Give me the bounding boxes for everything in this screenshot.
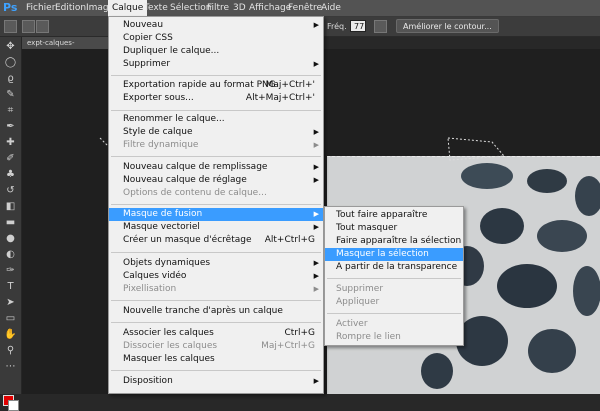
submenu-item-tout-faire-apparaitre[interactable]: Tout faire apparaître [325,209,463,222]
submenu-arrow-icon: ▶ [313,285,319,293]
submenu-arrow-icon: ▶ [313,176,319,184]
menu-separator [111,110,321,111]
menu-separator [111,204,321,205]
eraser-tool-icon[interactable]: ◧ [3,200,18,214]
submenu-arrow-icon: ▶ [313,163,319,171]
hand-tool-icon[interactable]: ✋ [3,328,18,342]
selection-marquee [447,137,506,161]
menu-separator [111,300,321,301]
menu-item-options-contenu: Options de contenu de calque... [123,188,267,198]
menu-bar: Ps Fichier Edition Image Calque Texte Sé… [0,0,600,17]
submenu-item-supprimer: Supprimer [336,284,384,294]
lasso-tool-icon[interactable]: ϱ [3,72,18,86]
submenu-arrow-icon: ▶ [313,210,319,218]
freq-field[interactable]: 77 [350,20,366,32]
menu-separator [111,252,321,253]
submenu-arrow-icon: ▶ [313,223,319,231]
menu-item-masquer-calques[interactable]: Masquer les calques [109,353,323,366]
menu-item-copier-css[interactable]: Copier CSS [109,32,323,45]
refine-edge-button[interactable]: Améliorer le contour... [396,19,499,33]
menu-item-associer[interactable]: Associer les calques Ctrl+G [109,327,323,340]
quick-select-tool-icon[interactable]: ✎ [3,88,18,102]
move-tool-icon[interactable]: ✥ [3,40,18,54]
menu-item-renommer[interactable]: Renommer le calque... [109,113,323,126]
background-color-swatch[interactable] [8,400,19,411]
submenu-arrow-icon: ▶ [313,377,319,385]
pen-tool-icon[interactable]: ✑ [3,264,18,278]
tools-panel: ✥ ◯ ϱ ✎ ⌗ ✒ ✚ ✐ ♣ ↺ ◧ ▬ ● ◐ ✑ T ➤ ▭ ✋ ⚲ … [0,37,22,411]
menu-item-masque-fusion[interactable]: Masque de fusion ▶ [109,208,323,221]
history-brush-icon[interactable]: ↺ [3,184,18,198]
more-tools-icon[interactable]: ⋯ [3,360,18,374]
menu-item-nouvelle-tranche[interactable]: Nouvelle tranche d'après un calque [109,305,323,318]
menu-item-dupliquer[interactable]: Dupliquer le calque... [109,45,323,58]
crop-tool-icon[interactable]: ⌗ [3,104,18,118]
menu-item-masque-vectoriel[interactable]: Masque vectoriel ▶ [109,221,323,234]
type-tool-icon[interactable]: T [3,280,18,294]
submenu-item-appliquer: Appliquer [336,297,380,307]
submenu-separator [327,278,461,279]
new-selection-icon[interactable] [22,20,35,33]
menu-item-calque-remplissage[interactable]: Nouveau calque de remplissage ▶ [109,161,323,174]
menu-item-calques-video[interactable]: Calques vidéo ▶ [109,270,323,283]
submenu-item-faire-apparaitre-selection[interactable]: Faire apparaître la sélection [325,235,463,248]
submenu-item-tout-masquer[interactable]: Tout masquer [325,222,463,235]
masque-fusion-submenu: Tout faire apparaître Tout masquer Faire… [324,206,464,346]
path-select-icon[interactable]: ➤ [3,296,18,310]
shape-tool-icon[interactable]: ▭ [3,312,18,326]
submenu-arrow-icon: ▶ [313,128,319,136]
menu-item-disposition[interactable]: Disposition ▶ [109,375,323,388]
dodge-tool-icon[interactable]: ◐ [3,248,18,262]
blur-tool-icon[interactable]: ● [3,232,18,246]
submenu-arrow-icon: ▶ [313,272,319,280]
lasso-preset-icon[interactable] [4,20,17,33]
menu-item-exporter-sous[interactable]: Exporter sous... Alt+Maj+Ctrl+' [109,92,323,105]
pen-pressure-icon[interactable] [374,20,387,33]
brush-tool-icon[interactable]: ✐ [3,152,18,166]
submenu-arrow-icon: ▶ [313,21,319,29]
menu-item-objets-dynamiques[interactable]: Objets dynamiques ▶ [109,257,323,270]
photoshop-logo: Ps [3,1,18,14]
healing-brush-icon[interactable]: ✚ [3,136,18,150]
menu-item-pixellisation: Pixellisation ▶ [123,284,319,294]
submenu-item-masquer-selection[interactable]: Masquer la sélection [325,248,463,261]
menu-item-dissocier: Dissocier les calques Maj+Ctrl+G [123,341,315,351]
menu-separator [111,75,321,76]
menu-aide[interactable]: Aide [317,0,345,16]
menu-item-calque-reglage[interactable]: Nouveau calque de réglage ▶ [109,174,323,187]
submenu-arrow-icon: ▶ [313,141,319,149]
clone-stamp-icon[interactable]: ♣ [3,168,18,182]
menu-item-style-calque[interactable]: Style de calque ▶ [109,126,323,139]
menu-item-export-png[interactable]: Exportation rapide au format PNG Maj+Ctrl… [109,79,323,92]
submenu-arrow-icon: ▶ [313,60,319,68]
menu-item-nouveau[interactable]: Nouveau ▶ [109,19,323,32]
menu-separator [111,156,321,157]
gradient-tool-icon[interactable]: ▬ [3,216,18,230]
freq-label: Fréq. : [327,22,352,31]
menu-item-filtre-dynamique: Filtre dynamique ▶ [123,140,319,150]
document-tab[interactable]: expt-calques-arrivee.psd @ [22,37,108,59]
menu-separator [111,322,321,323]
submenu-arrow-icon: ▶ [313,259,319,267]
marquee-tool-icon[interactable]: ◯ [3,56,18,70]
submenu-separator [327,313,461,314]
zoom-tool-icon[interactable]: ⚲ [3,344,18,358]
menu-separator [111,370,321,371]
menu-item-masque-ecretage[interactable]: Créer un masque d'écrêtage Alt+Ctrl+G [109,234,323,247]
submenu-item-rompre-lien: Rompre le lien [336,332,401,342]
submenu-item-partir-transparence[interactable]: A partir de la transparence [325,261,463,274]
calque-menu: Nouveau ▶ Copier CSS Dupliquer le calque.… [108,16,324,394]
add-selection-icon[interactable] [36,20,49,33]
menu-item-supprimer[interactable]: Supprimer ▶ [109,58,323,71]
eyedropper-tool-icon[interactable]: ✒ [3,120,18,134]
submenu-item-activer: Activer [336,319,368,329]
